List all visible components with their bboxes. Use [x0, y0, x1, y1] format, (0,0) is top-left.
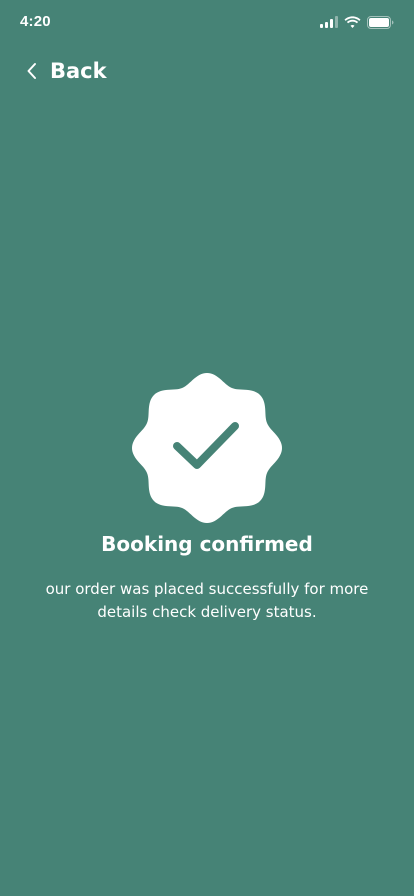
checkmark-badge-icon [129, 370, 285, 526]
battery-icon [367, 15, 394, 29]
status-icons [320, 14, 394, 30]
cellular-signal-icon [320, 16, 338, 28]
back-button[interactable]: Back [20, 54, 107, 88]
confirmation-section: Booking confirmed our order was placed s… [0, 370, 414, 624]
booking-confirmed-screen: 4:20 Back Booking confirmed our order wa… [0, 0, 414, 896]
status-bar: 4:20 [0, 0, 414, 44]
confirmation-message: our order was placed successfully for mo… [45, 580, 369, 621]
back-label: Back [50, 59, 107, 83]
chevron-left-icon [20, 59, 44, 83]
confirmation-title: Booking confirmed [101, 532, 313, 556]
wifi-icon [344, 16, 361, 28]
status-time: 4:20 [20, 13, 51, 30]
